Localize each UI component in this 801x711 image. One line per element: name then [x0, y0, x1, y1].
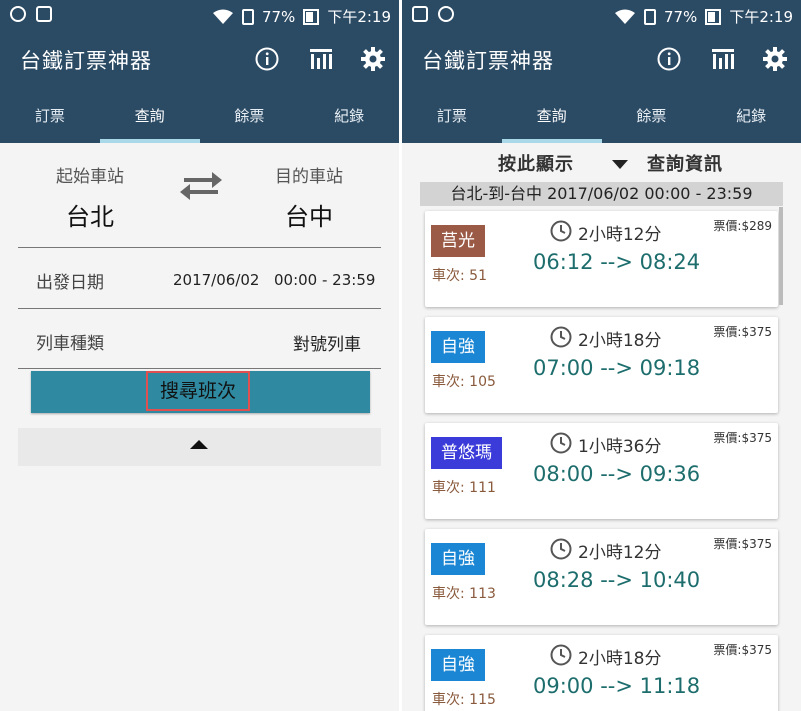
battery-percent: 77% — [663, 7, 698, 26]
departure-arrival-times: 06:12 --> 08:24 — [533, 250, 701, 274]
battery-icon — [705, 8, 722, 25]
route-summary: 台北-到-台中 2017/06/02 00:00 - 23:59 — [420, 182, 783, 206]
swap-icon[interactable] — [178, 170, 224, 202]
train-card[interactable]: 自強車次: 113 2小時12分 票價:$375 08:28 --> 10:40 — [425, 529, 778, 625]
travel-duration: 1小時36分 — [578, 437, 662, 457]
stats-icon[interactable] — [710, 46, 736, 72]
departure-arrival-times: 07:00 --> 09:18 — [533, 356, 701, 380]
travel-duration: 2小時18分 — [578, 331, 662, 351]
tab-bar: 訂票 查詢 餘票 紀錄 — [0, 88, 399, 143]
image-icon — [412, 6, 428, 22]
search-button-label: 搜尋班次 — [146, 371, 250, 411]
caret-down-icon — [612, 160, 628, 169]
train-type-badge: 自強 — [431, 649, 485, 681]
train-card[interactable]: 自強車次: 115 2小時18分 票價:$375 09:00 --> 11:18 — [425, 635, 778, 711]
divider — [18, 247, 381, 248]
tab-bar: 訂票 查詢 餘票 紀錄 — [402, 88, 801, 143]
tab-query[interactable]: 查詢 — [501, 88, 602, 143]
clock-icon — [549, 219, 573, 243]
train-number: 車次: 105 — [432, 374, 496, 390]
sync-icon — [438, 6, 454, 22]
train-number: 車次: 113 — [432, 586, 496, 602]
from-station-label: 起始車站 — [56, 167, 124, 187]
tab-records[interactable]: 紀錄 — [701, 88, 801, 143]
gear-icon[interactable] — [360, 46, 386, 72]
departure-arrival-times: 08:28 --> 10:40 — [533, 568, 701, 592]
train-number: 車次: 115 — [432, 692, 496, 708]
train-type-badge: 自強 — [431, 543, 485, 575]
image-icon — [36, 6, 52, 22]
to-station-label: 目的車站 — [275, 167, 343, 187]
ticket-price: 票價:$375 — [713, 325, 772, 339]
sd-card-icon — [643, 8, 656, 25]
train-type-label: 列車種類 — [36, 334, 104, 354]
ticket-price: 票價:$375 — [713, 643, 772, 657]
results-screen: 77% 下午2:19 台鐵訂票神器 訂票 查詢 餘票 紀錄 按此顯示 查詢資訊 … — [402, 0, 801, 711]
departure-arrival-times: 08:00 --> 09:36 — [533, 462, 701, 486]
ticket-price: 票價:$375 — [713, 537, 772, 551]
clock-time: 下午2:19 — [729, 8, 793, 26]
travel-duration: 2小時12分 — [578, 543, 662, 563]
app-title: 台鐵訂票神器 — [20, 49, 152, 73]
date-value[interactable]: 2017/06/02 — [173, 271, 259, 289]
tab-query[interactable]: 查詢 — [99, 88, 200, 143]
train-number: 車次: 111 — [432, 480, 496, 496]
sort-label: 按此顯示 — [498, 154, 574, 175]
from-station[interactable]: 台北 — [66, 197, 114, 232]
app-bar: 台鐵訂票神器 — [0, 32, 399, 88]
clock-icon — [549, 643, 573, 667]
train-card[interactable]: 莒光車次: 51 2小時12分 票價:$289 06:12 --> 08:24 — [425, 211, 778, 307]
battery-icon — [303, 8, 320, 25]
train-type-badge: 莒光 — [431, 225, 485, 257]
train-type-badge: 自強 — [431, 331, 485, 363]
date-label: 出發日期 — [36, 273, 104, 293]
tab-booking[interactable]: 訂票 — [0, 88, 100, 143]
divider — [18, 368, 381, 369]
app-bar: 台鐵訂票神器 — [402, 32, 801, 88]
tab-records[interactable]: 紀錄 — [299, 88, 399, 143]
clock-icon — [549, 537, 573, 561]
wifi-icon — [614, 9, 635, 24]
ticket-price: 票價:$375 — [713, 431, 772, 445]
app-title: 台鐵訂票神器 — [422, 49, 554, 73]
tab-remaining[interactable]: 餘票 — [200, 88, 300, 143]
scrollbar[interactable] — [779, 207, 783, 305]
time-range-value[interactable]: 00:00 - 23:59 — [274, 271, 375, 289]
clock-time: 下午2:19 — [327, 8, 391, 26]
train-card[interactable]: 自強車次: 105 2小時18分 票價:$375 07:00 --> 09:18 — [425, 317, 778, 413]
stats-icon[interactable] — [308, 46, 334, 72]
tab-remaining[interactable]: 餘票 — [602, 88, 702, 143]
travel-duration: 2小時18分 — [578, 649, 662, 669]
query-info-label: 查詢資訊 — [647, 154, 723, 175]
sync-icon — [10, 6, 26, 22]
battery-percent: 77% — [261, 7, 296, 26]
clock-icon — [549, 431, 573, 455]
train-card[interactable]: 普悠瑪車次: 111 1小時36分 票價:$375 08:00 --> 09:36 — [425, 423, 778, 519]
train-type-badge: 普悠瑪 — [431, 437, 502, 469]
collapse-toggle[interactable] — [18, 428, 381, 466]
status-bar: 77% 下午2:19 — [402, 0, 801, 32]
train-number: 車次: 51 — [432, 268, 487, 284]
query-screen: 77% 下午2:19 台鐵訂票神器 訂票 查詢 餘票 紀錄 起始車站 台北 目的… — [0, 0, 399, 711]
tab-booking[interactable]: 訂票 — [402, 88, 502, 143]
sd-card-icon — [241, 8, 254, 25]
search-trains-button[interactable]: 搜尋班次 — [31, 371, 370, 413]
departure-arrival-times: 09:00 --> 11:18 — [533, 674, 701, 698]
divider — [18, 308, 381, 309]
info-icon[interactable] — [254, 46, 280, 72]
train-type-value[interactable]: 對號列車 — [293, 330, 361, 355]
travel-duration: 2小時12分 — [578, 225, 662, 245]
caret-up-icon — [190, 440, 208, 449]
ticket-price: 票價:$289 — [713, 219, 772, 233]
gear-icon[interactable] — [762, 46, 788, 72]
to-station[interactable]: 台中 — [285, 197, 333, 232]
sort-toggle[interactable]: 按此顯示 查詢資訊 — [420, 146, 783, 182]
wifi-icon — [212, 9, 233, 24]
clock-icon — [549, 325, 573, 349]
status-bar: 77% 下午2:19 — [0, 0, 399, 32]
info-icon[interactable] — [656, 46, 682, 72]
